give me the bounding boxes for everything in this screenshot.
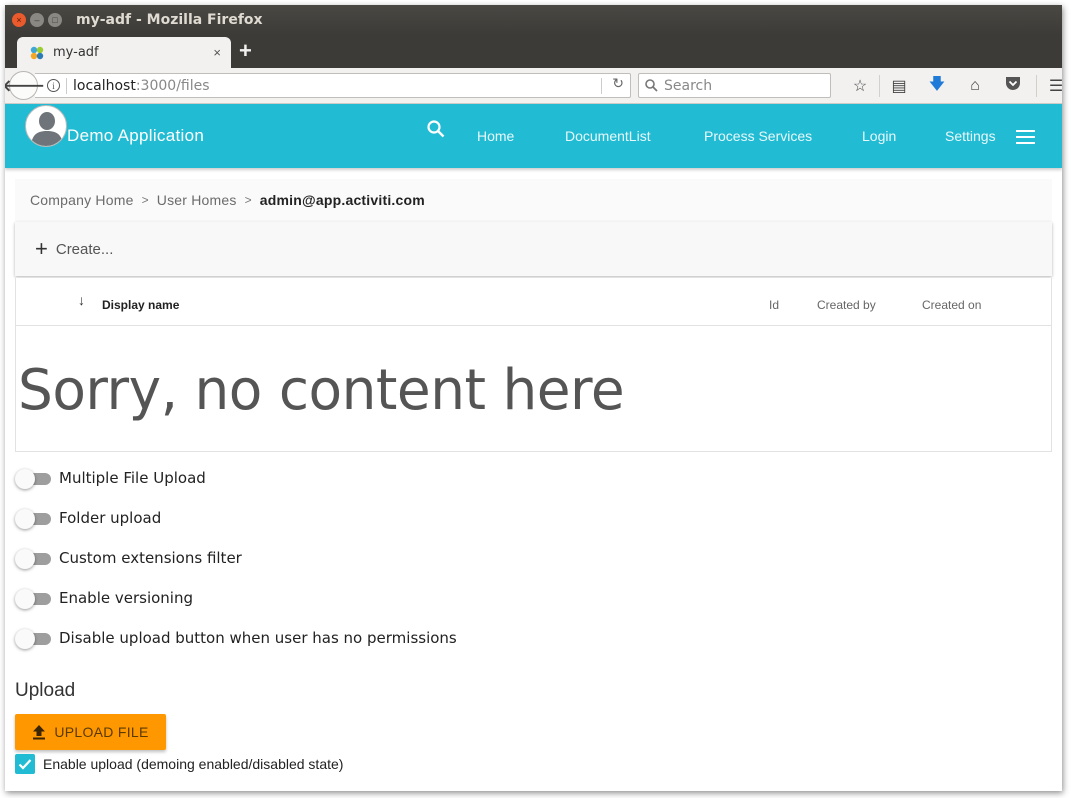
bookmark-star-icon[interactable]: ☆ bbox=[841, 76, 879, 96]
app-content: Demo Application Home DocumentList Proce… bbox=[5, 104, 1062, 791]
toggle-disable-upload-no-permissions[interactable]: Disable upload button when user has no p… bbox=[15, 626, 457, 650]
enable-upload-checkbox-row[interactable]: Enable upload (demoing enabled/disabled … bbox=[15, 754, 343, 774]
plus-icon: + bbox=[35, 236, 48, 261]
breadcrumb-current: admin@app.activiti.com bbox=[259, 192, 425, 208]
breadcrumb-company-home[interactable]: Company Home bbox=[30, 192, 134, 208]
search-input[interactable]: Search bbox=[638, 73, 831, 98]
app-header: Demo Application Home DocumentList Proce… bbox=[5, 104, 1062, 168]
window-close-button[interactable]: × bbox=[12, 13, 26, 27]
sort-arrow-down-icon[interactable]: ↓ bbox=[78, 292, 85, 308]
url-path: :3000/files bbox=[135, 77, 210, 94]
app-menu-icon[interactable] bbox=[1016, 130, 1035, 148]
upload-file-button[interactable]: UPLOAD FILE bbox=[15, 714, 166, 750]
nav-process-services[interactable]: Process Services bbox=[704, 128, 812, 144]
toggle-folder-upload[interactable]: Folder upload bbox=[15, 506, 161, 530]
column-created-on[interactable]: Created on bbox=[922, 298, 981, 312]
toggle-switch[interactable] bbox=[15, 548, 51, 569]
app-title: Demo Application bbox=[67, 126, 205, 145]
toggle-label: Multiple File Upload bbox=[59, 469, 206, 487]
window-maximize-button[interactable]: □ bbox=[48, 13, 62, 27]
toggle-enable-versioning[interactable]: Enable versioning bbox=[15, 586, 193, 610]
window-minimize-button[interactable]: – bbox=[30, 13, 44, 27]
upload-button-label: UPLOAD FILE bbox=[54, 724, 149, 740]
reload-icon[interactable]: ↻ bbox=[612, 76, 624, 92]
tab-title: my-adf bbox=[53, 45, 99, 60]
toggle-label: Folder upload bbox=[59, 509, 162, 527]
reading-list-icon[interactable]: ▤ bbox=[880, 76, 918, 96]
firefox-menu-icon[interactable]: ☰ bbox=[1037, 76, 1062, 96]
toggle-label: Enable versioning bbox=[59, 589, 193, 607]
toggle-label: Custom extensions filter bbox=[59, 549, 242, 567]
toggle-label: Disable upload button when user has no p… bbox=[59, 629, 457, 647]
upload-heading: Upload bbox=[15, 680, 76, 701]
home-icon[interactable]: ⌂ bbox=[956, 77, 994, 95]
app-favicon-icon bbox=[30, 46, 44, 59]
document-list-header: ↓ Display name Id Created by Created on bbox=[16, 278, 1051, 326]
upload-icon bbox=[33, 725, 46, 740]
toggle-switch[interactable] bbox=[15, 628, 51, 649]
title-bar: × – □ my-adf - Mozilla Firefox bbox=[5, 5, 1062, 35]
browser-window: × – □ my-adf - Mozilla Firefox my-adf × … bbox=[5, 5, 1062, 791]
create-button[interactable]: + Create... bbox=[15, 222, 1052, 276]
create-label: Create... bbox=[55, 240, 114, 258]
nav-settings[interactable]: Settings bbox=[945, 128, 996, 144]
navigation-toolbar: i localhost:3000/files ↻ 🡐 Search ☆ ▤ 🡇 … bbox=[5, 68, 1062, 104]
url-bar[interactable]: i localhost:3000/files ↻ bbox=[35, 73, 631, 98]
checkmark-icon bbox=[18, 759, 32, 770]
breadcrumb-separator: > bbox=[141, 193, 149, 207]
nav-home[interactable]: Home bbox=[477, 128, 514, 144]
enable-upload-label: Enable upload (demoing enabled/disabled … bbox=[43, 756, 344, 772]
header-search-icon[interactable] bbox=[427, 120, 445, 138]
column-display-name[interactable]: Display name bbox=[102, 298, 179, 312]
toggle-switch[interactable] bbox=[15, 588, 51, 609]
breadcrumb-user-homes[interactable]: User Homes bbox=[157, 192, 237, 208]
column-id[interactable]: Id bbox=[769, 298, 779, 312]
download-icon[interactable]: 🡇 bbox=[918, 73, 956, 100]
nav-login[interactable]: Login bbox=[862, 128, 896, 144]
tab-strip: my-adf × + bbox=[5, 35, 1062, 68]
nav-documentlist[interactable]: DocumentList bbox=[565, 128, 651, 144]
column-created-by[interactable]: Created by bbox=[817, 298, 876, 312]
url-separator bbox=[66, 77, 67, 94]
enable-upload-checkbox[interactable] bbox=[15, 754, 35, 774]
search-icon bbox=[645, 79, 658, 92]
browser-tab[interactable]: my-adf × bbox=[17, 37, 231, 68]
toggle-multiple-file-upload[interactable]: Multiple File Upload bbox=[15, 466, 206, 490]
window-title: my-adf - Mozilla Firefox bbox=[76, 12, 263, 28]
document-list: ↓ Display name Id Created by Created on … bbox=[15, 278, 1052, 452]
pocket-icon[interactable] bbox=[994, 76, 1032, 96]
new-tab-button[interactable]: + bbox=[239, 38, 252, 64]
breadcrumb: Company Home > User Homes > admin@app.ac… bbox=[15, 179, 1052, 221]
empty-state-message: Sorry, no content here bbox=[18, 358, 625, 423]
site-info-icon[interactable]: i bbox=[47, 79, 60, 92]
toggle-switch[interactable] bbox=[15, 508, 51, 529]
user-silhouette-icon bbox=[31, 112, 63, 146]
url-host: localhost bbox=[73, 77, 136, 94]
tab-close-icon[interactable]: × bbox=[213, 45, 221, 60]
breadcrumb-separator: > bbox=[244, 193, 252, 207]
back-arrow-icon: 🡐 bbox=[5, 78, 45, 95]
toggle-switch[interactable] bbox=[15, 468, 51, 489]
back-button[interactable]: 🡐 bbox=[5, 71, 45, 100]
search-placeholder: Search bbox=[664, 77, 713, 94]
toggle-custom-extensions-filter[interactable]: Custom extensions filter bbox=[15, 546, 242, 570]
user-avatar[interactable] bbox=[25, 105, 67, 147]
